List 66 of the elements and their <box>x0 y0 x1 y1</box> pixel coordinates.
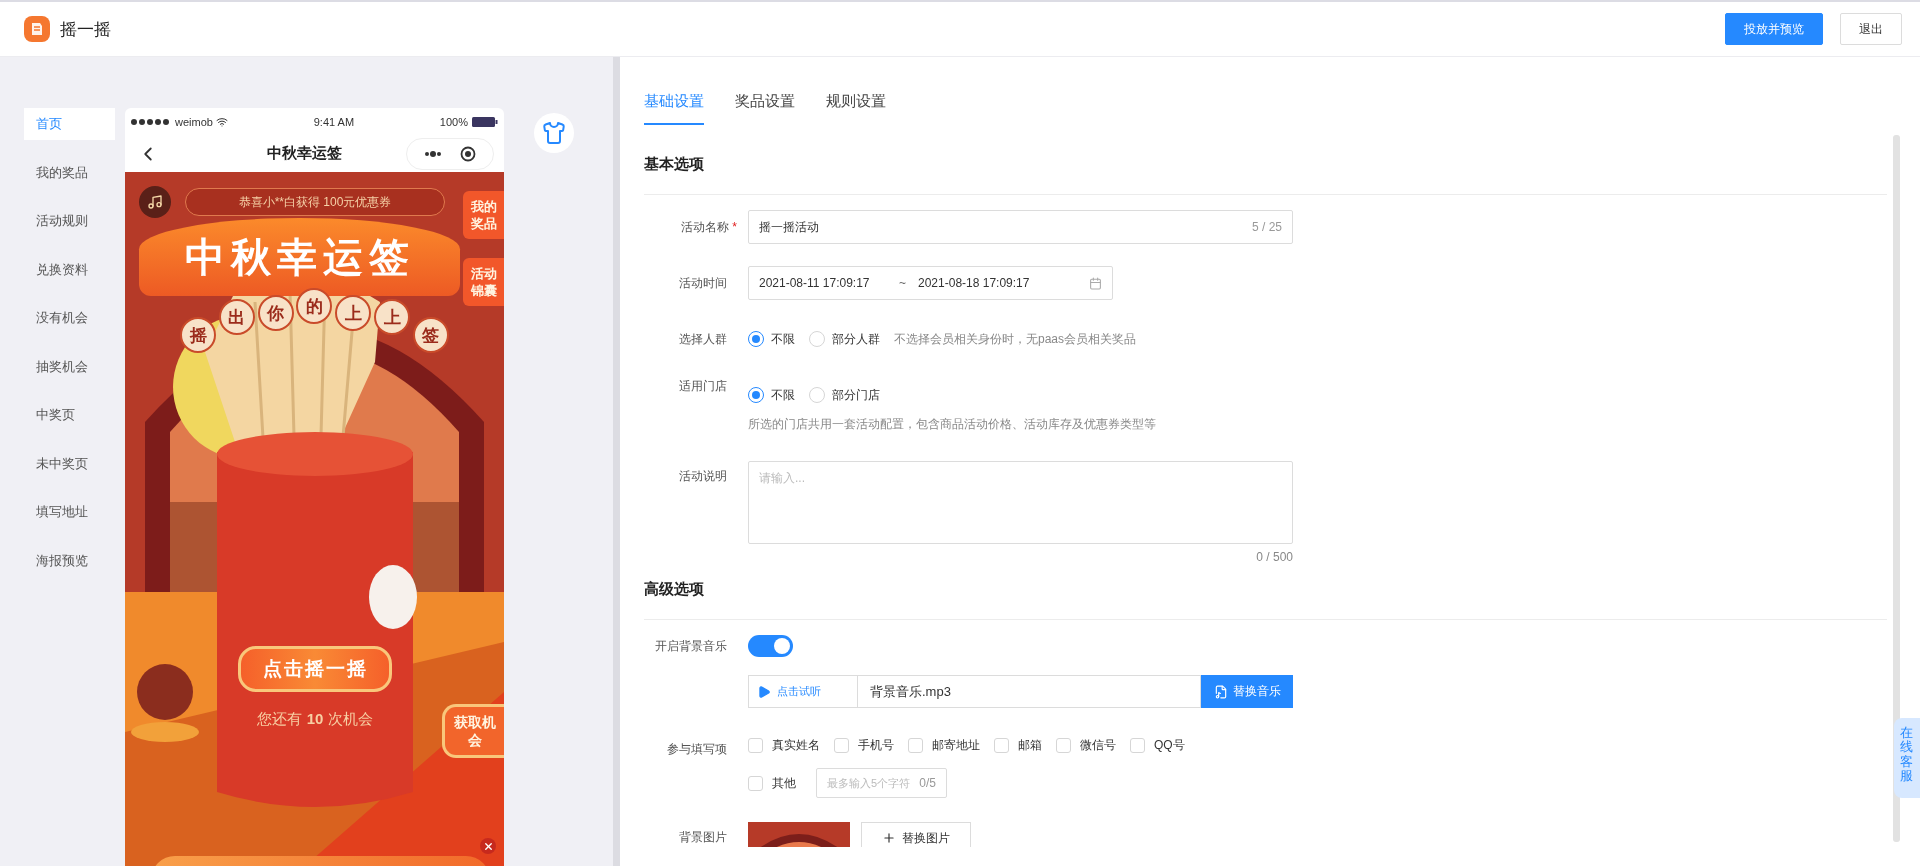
sidebar-item[interactable]: 海报预览 <box>24 544 115 577</box>
field-label: 参与填写项 <box>666 741 728 758</box>
radio-option[interactable]: 不限 <box>748 386 795 404</box>
char-counter: 0 / 500 <box>1255 550 1293 564</box>
wifi-icon <box>215 115 228 128</box>
radio-option[interactable]: 部分人群 <box>809 330 880 348</box>
sidebar-item[interactable]: 填写地址 <box>24 496 115 528</box>
checkbox-option[interactable]: QQ号 <box>1130 734 1185 756</box>
theme-button[interactable] <box>534 113 574 153</box>
preview-button[interactable]: 点击试听 <box>748 675 858 708</box>
carrier-text: weimob <box>175 115 213 128</box>
exit-button[interactable]: 退出 <box>1840 13 1902 45</box>
sidebar-item[interactable]: 兑换资料 <box>24 253 115 286</box>
checkbox-option[interactable]: 其他 <box>748 772 796 794</box>
banner-title: 中秋幸运签 <box>184 233 415 281</box>
plus-icon <box>882 831 896 845</box>
field-label: 活动时间 <box>678 274 728 292</box>
scrollbar[interactable] <box>1893 135 1900 842</box>
checkbox-option[interactable]: 微信号 <box>1056 734 1116 756</box>
sidebar-item[interactable]: 未中奖页 <box>24 447 115 480</box>
field-label: 背景图片 <box>678 829 728 846</box>
sidebar-item[interactable]: 抽奖机会 <box>24 350 115 383</box>
status-time: 9:41 AM <box>312 115 356 128</box>
tab[interactable]: 基础设置 <box>644 92 704 125</box>
signal-icon <box>131 118 171 125</box>
name-input[interactable]: 摇一摇活动 5 / 25 <box>748 210 1293 244</box>
checkbox-option[interactable]: 真实姓名 <box>748 734 820 756</box>
battery-icon <box>472 116 498 127</box>
page-title: 中秋幸运签 <box>266 144 343 163</box>
hint-text: 所选的门店共用一套活动配置，包含商品活动价格、活动库存及优惠券类型等 <box>748 416 1156 433</box>
tab[interactable]: 奖品设置 <box>735 92 795 125</box>
section-title: 高级选项 <box>644 564 1887 620</box>
checkbox-option[interactable]: 邮箱 <box>994 734 1042 756</box>
app-title: 摇一摇 <box>60 18 112 41</box>
hint-text: 不选择会员相关身份时，无paas会员相关奖品 <box>894 330 1137 348</box>
file-name: 背景音乐.mp3 <box>858 675 1201 708</box>
play-icon <box>757 684 771 699</box>
chances-text: 您还有 10 次机会 <box>256 710 374 729</box>
sidebar-item[interactable]: 活动规则 <box>24 205 115 237</box>
target-icon[interactable] <box>460 145 476 162</box>
replace-image-button[interactable]: 替换图片 <box>861 822 971 847</box>
date-range-field[interactable]: 2021-08-11 17:09:17 ~ 2021-08-18 17:09:17 <box>748 266 1113 300</box>
field-label: 活动名称 * <box>680 218 738 236</box>
section-title: 基本选项 <box>644 125 1887 195</box>
field-label: 活动说明 <box>678 468 728 485</box>
winner-notice: 恭喜小**白获得 100元优惠券 <box>185 188 445 216</box>
radio-option[interactable]: 不限 <box>748 330 795 348</box>
sidebar-item[interactable]: 我的奖品 <box>24 156 115 189</box>
sidebar-item[interactable]: 没有机会 <box>24 302 115 334</box>
radio-option[interactable]: 部分门店 <box>809 386 880 404</box>
checkbox-option[interactable]: 手机号 <box>834 734 894 756</box>
music-note-icon <box>147 194 163 210</box>
sidebar-item[interactable]: 中奖页 <box>24 399 115 431</box>
checkbox-option[interactable]: 邮寄地址 <box>908 734 980 756</box>
field-label: 开启背景音乐 <box>654 637 728 655</box>
calendar-icon <box>1089 276 1102 290</box>
more-icon[interactable] <box>424 150 442 157</box>
toggle-switch[interactable] <box>748 635 793 657</box>
sidebar-item[interactable]: 首页 <box>24 108 115 140</box>
field-label: 选择人群 <box>678 330 728 348</box>
music-file-icon <box>1213 684 1228 699</box>
shirt-icon <box>542 121 566 145</box>
logo-icon <box>24 16 50 42</box>
field-label: 适用门店 <box>678 378 728 395</box>
battery-text: 100% <box>439 115 468 128</box>
tab[interactable]: 规则设置 <box>826 92 886 125</box>
